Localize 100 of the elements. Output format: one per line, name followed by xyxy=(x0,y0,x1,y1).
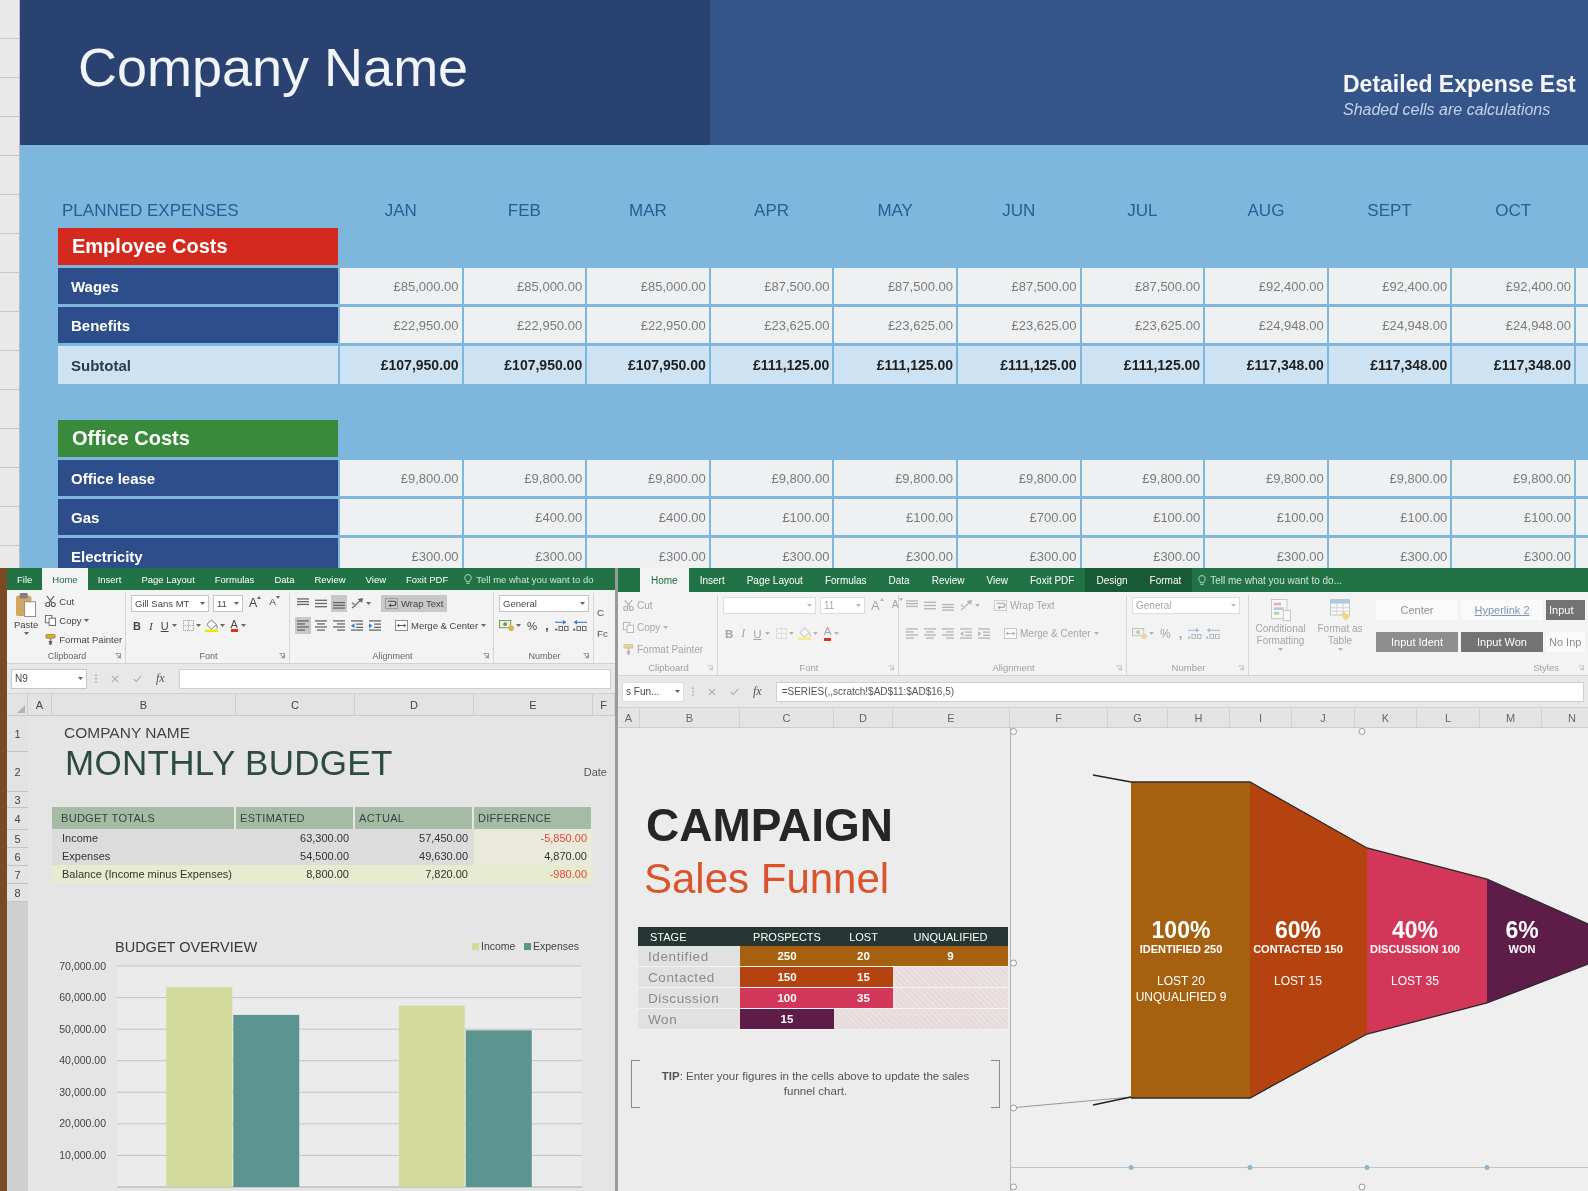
caret-icon[interactable] xyxy=(234,602,239,605)
wrap-text-button[interactable]: Wrap Text xyxy=(381,595,448,612)
caret-icon[interactable] xyxy=(240,624,246,627)
font-name-dropdown[interactable]: Gill Sans MT xyxy=(131,595,209,612)
caret-icon[interactable] xyxy=(171,624,177,627)
font-size-dropdown[interactable]: 11 xyxy=(213,595,243,612)
ribbon-tab[interactable]: File xyxy=(7,568,43,590)
caret-icon[interactable] xyxy=(84,619,90,622)
cell-reference-field[interactable]: s Fun... xyxy=(622,681,684,702)
paint-bucket-icon[interactable] xyxy=(204,619,218,632)
copy-button[interactable]: Copy xyxy=(45,615,123,626)
row-header: 3 xyxy=(7,792,28,808)
scissors-icon[interactable] xyxy=(45,596,57,608)
cell-style[interactable]: Center xyxy=(1376,600,1458,620)
font-name-dropdown[interactable] xyxy=(723,597,816,614)
ribbon-tab[interactable]: View xyxy=(355,568,397,590)
merge-icon[interactable] xyxy=(395,620,408,631)
italic-button[interactable]: I xyxy=(146,617,155,634)
dialog-launcher-icon[interactable] xyxy=(279,653,285,659)
ribbon-tab[interactable]: Foxit PDF xyxy=(1019,568,1086,592)
check-icon[interactable] xyxy=(730,687,739,696)
ribbon-tab[interactable]: Home xyxy=(640,568,689,592)
insert-function-button[interactable]: fx xyxy=(156,671,165,686)
ribbon-tab[interactable]: Formulas xyxy=(204,568,265,590)
wrap-text-icon[interactable] xyxy=(385,598,398,609)
ribbon-tab[interactable]: Format xyxy=(1138,568,1193,592)
cancel-icon[interactable] xyxy=(111,674,119,683)
cut-button[interactable]: Cut xyxy=(45,596,123,608)
ribbon-tab[interactable]: Home xyxy=(42,568,88,590)
increase-decimal-icon[interactable] xyxy=(554,620,569,631)
ribbon-tab[interactable]: Page Layout xyxy=(735,568,814,592)
cell-style[interactable]: Input Ident xyxy=(1376,632,1458,652)
cancel-icon[interactable] xyxy=(708,687,716,696)
format-painter-button[interactable]: Format Painter xyxy=(45,633,123,645)
ribbon-tab[interactable]: Insert xyxy=(688,568,736,592)
select-all-icon[interactable] xyxy=(17,705,25,713)
merge-center-button[interactable]: Merge & Center xyxy=(391,617,491,634)
insert-function-button[interactable]: fx xyxy=(753,684,762,699)
cell-style[interactable]: No Inp xyxy=(1546,632,1585,652)
cell-style[interactable]: Hyperlink 2 xyxy=(1461,600,1543,620)
caret-icon[interactable] xyxy=(580,602,585,605)
border-icon[interactable] xyxy=(182,620,194,631)
brush-icon[interactable] xyxy=(45,633,57,645)
caret-icon[interactable] xyxy=(23,632,29,635)
ribbon-tab[interactable]: Formulas xyxy=(813,568,878,592)
conditional-formatting-icon[interactable] xyxy=(1270,599,1291,621)
caret-icon[interactable] xyxy=(481,624,487,627)
formula-field[interactable]: =SERIES(,,scratch!$AD$11:$AD$16,5) xyxy=(775,681,1584,702)
ribbon-tab[interactable]: Page Layout xyxy=(131,568,205,590)
grow-font-button[interactable]: A xyxy=(247,595,264,612)
table-cell: £100.00 xyxy=(1328,499,1451,535)
lightbulb-icon[interactable] xyxy=(1198,575,1207,585)
caret-icon[interactable] xyxy=(200,602,205,605)
comma-style-button[interactable]: , xyxy=(543,617,551,634)
banknote-icon[interactable] xyxy=(1132,628,1147,639)
lightbulb-icon[interactable] xyxy=(464,574,473,584)
ribbon-tab[interactable]: Review xyxy=(920,568,976,592)
banknote-icon[interactable] xyxy=(499,620,514,631)
paint-bucket-icon[interactable] xyxy=(797,627,811,640)
cell-style[interactable]: Input Won xyxy=(1461,632,1543,652)
shrink-font-button[interactable]: A xyxy=(267,595,282,612)
date-label: Date xyxy=(583,766,607,778)
section-header: Office Costs xyxy=(58,420,338,457)
formula-field[interactable] xyxy=(178,668,611,689)
table-icon[interactable] xyxy=(1330,599,1350,621)
ribbon-tab[interactable]: Design xyxy=(1085,568,1139,592)
cell-reference-field[interactable]: N9 xyxy=(11,668,87,689)
percent-button[interactable]: % xyxy=(525,617,540,634)
caret-icon[interactable] xyxy=(78,677,83,680)
ribbon-tab[interactable]: View xyxy=(975,568,1019,592)
orientation-icon[interactable] xyxy=(351,598,363,609)
check-icon[interactable] xyxy=(133,674,142,683)
caret-icon[interactable] xyxy=(219,624,225,627)
dialog-launcher-icon[interactable] xyxy=(483,653,489,659)
ribbon-tab[interactable]: Data xyxy=(877,568,921,592)
cell-style[interactable]: Input xyxy=(1546,600,1585,620)
dialog-launcher-icon[interactable] xyxy=(115,653,121,659)
font-color-button[interactable]: A xyxy=(228,617,248,634)
caret-icon[interactable] xyxy=(516,624,521,627)
ribbon-tab[interactable]: Review xyxy=(304,568,356,590)
bold-button[interactable]: B xyxy=(131,617,143,634)
caret-icon[interactable] xyxy=(366,602,371,605)
caret-icon[interactable] xyxy=(675,690,680,693)
dialog-launcher-icon[interactable] xyxy=(583,653,589,659)
underline-button[interactable]: U xyxy=(158,617,179,634)
table-cell: £300.00 xyxy=(1328,538,1451,568)
caret-up-icon[interactable] xyxy=(257,596,262,599)
decrease-decimal-icon[interactable] xyxy=(572,620,587,631)
ribbon-tab[interactable]: Insert xyxy=(87,568,132,590)
paste-button[interactable]: Paste xyxy=(12,593,41,648)
ribbon-tab[interactable]: Foxit PDF xyxy=(396,568,459,590)
table-cell: £23,625.00 xyxy=(1081,307,1204,343)
copy-icon[interactable] xyxy=(45,615,57,626)
clipboard-icon[interactable] xyxy=(16,593,37,617)
ribbon-tab[interactable]: Data xyxy=(264,568,305,590)
number-format-dropdown[interactable]: General xyxy=(499,595,589,612)
caret-icon[interactable] xyxy=(195,624,201,627)
tell-me-search[interactable]: Tell me what you want to do... xyxy=(1192,568,1348,592)
caret-icon[interactable] xyxy=(275,596,280,599)
tell-me-search[interactable]: Tell me what you want to do xyxy=(458,568,600,590)
